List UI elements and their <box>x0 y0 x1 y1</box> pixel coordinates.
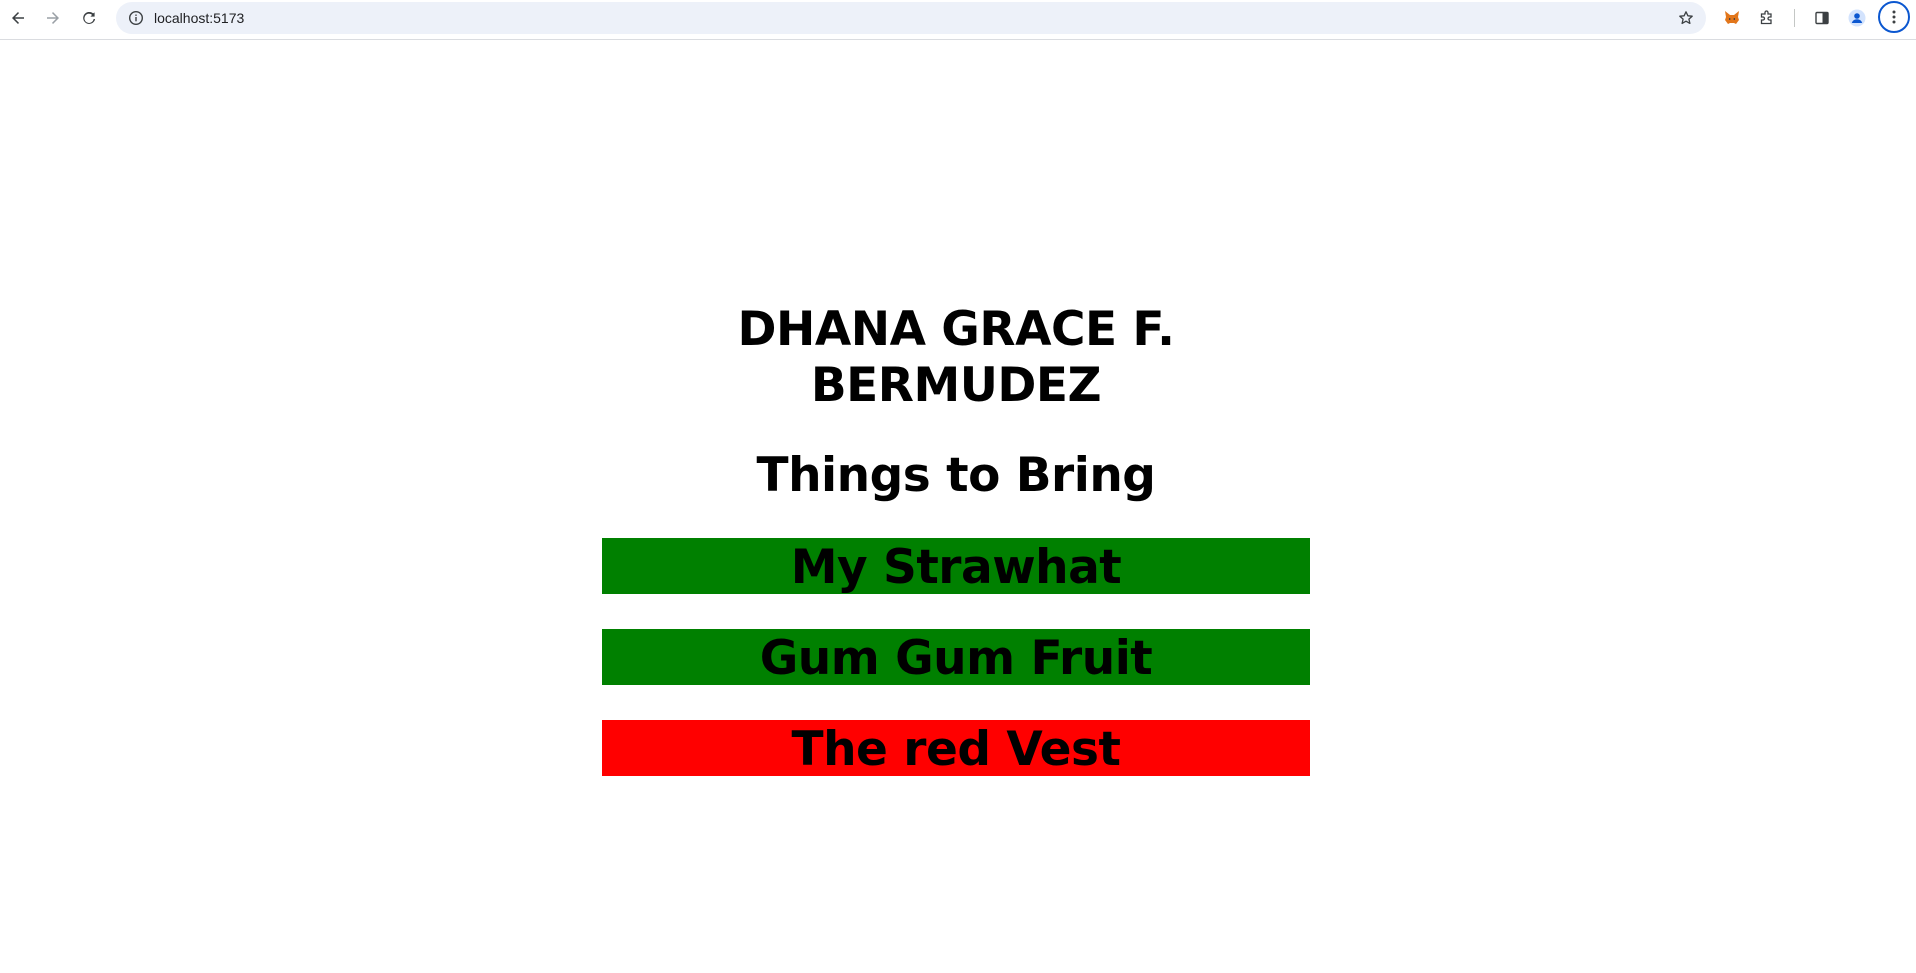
url-text[interactable]: localhost:5173 <box>154 10 244 26</box>
puzzle-icon[interactable] <box>1753 4 1781 32</box>
kebab-menu-icon[interactable] <box>1878 1 1910 33</box>
browser-toolbar: localhost:5173 <box>0 0 1916 40</box>
list-item-gum-gum-fruit: Gum Gum Fruit <box>602 629 1310 686</box>
profile-icon[interactable] <box>1843 4 1871 32</box>
info-icon[interactable] <box>126 8 146 28</box>
author-name: DHANA GRACE F. BERMUDEZ <box>737 302 1175 413</box>
page-title: Things to Bring <box>756 448 1156 503</box>
back-arrow-icon[interactable] <box>4 4 32 32</box>
fox-extension-icon[interactable] <box>1718 4 1746 32</box>
forward-arrow-icon[interactable] <box>39 4 67 32</box>
reload-icon[interactable] <box>75 4 103 32</box>
content-column: DHANA GRACE F. BERMUDEZ Things to Bring … <box>602 302 1310 811</box>
page-content: DHANA GRACE F. BERMUDEZ Things to Bring … <box>0 40 1916 973</box>
list-item-strawhat: My Strawhat <box>602 538 1310 595</box>
star-icon[interactable] <box>1676 8 1696 28</box>
items-list: My Strawhat Gum Gum Fruit The red Vest <box>602 538 1310 777</box>
address-bar[interactable]: localhost:5173 <box>116 2 1706 34</box>
list-item-red-vest: The red Vest <box>602 720 1310 777</box>
side-panel-icon[interactable] <box>1808 4 1836 32</box>
toolbar-divider <box>1794 9 1795 27</box>
